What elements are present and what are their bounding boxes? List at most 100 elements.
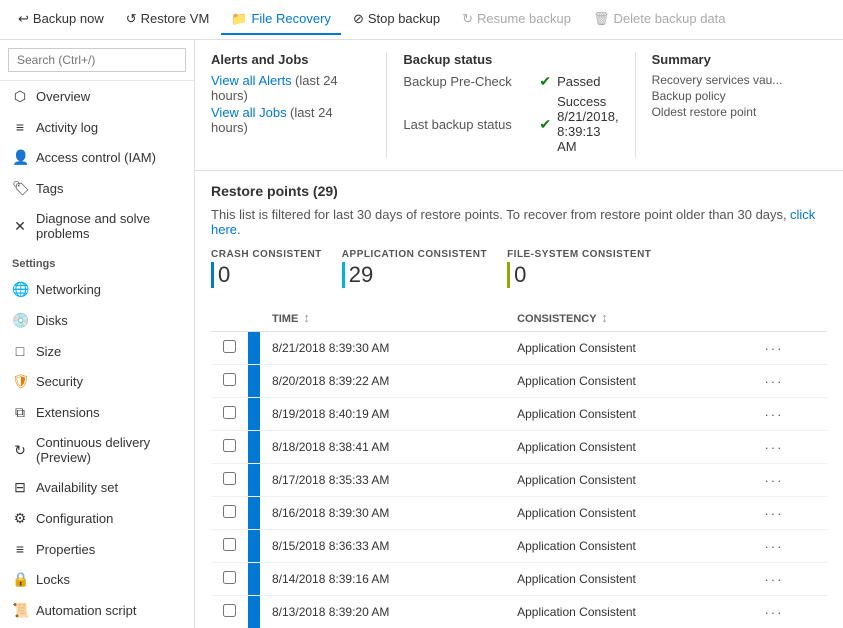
size-icon: □ xyxy=(12,343,28,359)
backup-status-row: Last backup status✔Success 8/21/2018, 8:… xyxy=(403,94,618,154)
table-row[interactable]: 8/19/2018 8:40:19 AMApplication Consiste… xyxy=(211,398,827,431)
table-row[interactable]: 8/15/2018 8:36:33 AMApplication Consiste… xyxy=(211,530,827,563)
table-row[interactable]: 8/18/2018 8:38:41 AMApplication Consiste… xyxy=(211,431,827,464)
table-row[interactable]: 8/17/2018 8:35:33 AMApplication Consiste… xyxy=(211,464,827,497)
consistency-bar-crash-consistent: CRASH CONSISTENT0 xyxy=(211,249,322,288)
sidebar-label-extensions: Extensions xyxy=(36,405,100,420)
sidebar-item-extensions[interactable]: ⧉Extensions xyxy=(0,397,194,428)
sidebar-item-configuration[interactable]: ⚙Configuration xyxy=(0,503,194,534)
sidebar-label-networking: Networking xyxy=(36,282,101,297)
row-menu-button[interactable]: ··· xyxy=(764,440,783,455)
sidebar-label-tags: Tags xyxy=(36,181,63,196)
locks-icon: 🔒 xyxy=(12,571,28,588)
row-checkbox[interactable] xyxy=(223,340,236,353)
alerts-jobs-title: Alerts and Jobs xyxy=(211,52,370,67)
row-color-indicator xyxy=(248,497,260,529)
row-consistency: Application Consistent xyxy=(505,398,752,431)
sidebar-item-networking[interactable]: 🌐Networking xyxy=(0,274,194,305)
table-row[interactable]: 8/20/2018 8:39:22 AMApplication Consiste… xyxy=(211,365,827,398)
main-area: ⬡Overview≡Activity log👤Access control (I… xyxy=(0,40,843,628)
sidebar-item-disks[interactable]: 💿Disks xyxy=(0,305,194,336)
row-checkbox[interactable] xyxy=(223,604,236,617)
sidebar-item-automation-script[interactable]: 📜Automation script xyxy=(0,595,194,626)
row-menu-button[interactable]: ··· xyxy=(764,407,783,422)
content-panel: Alerts and Jobs View all Alerts (last 24… xyxy=(195,40,843,628)
row-consistency: Application Consistent xyxy=(505,530,752,563)
table-row[interactable]: 8/14/2018 8:39:16 AMApplication Consiste… xyxy=(211,563,827,596)
sidebar-item-properties[interactable]: ≡Properties xyxy=(0,534,194,564)
row-checkbox[interactable] xyxy=(223,538,236,551)
sidebar-section-settings-label: Settings xyxy=(0,248,194,274)
search-input[interactable] xyxy=(8,48,186,72)
row-menu-button[interactable]: ··· xyxy=(764,374,783,389)
row-menu-button[interactable]: ··· xyxy=(764,341,783,356)
summary-cards: Alerts and Jobs View all Alerts (last 24… xyxy=(195,40,843,171)
sidebar-item-continuous-delivery[interactable]: ↻ Continuous delivery (Preview) xyxy=(0,428,194,472)
sidebar-label-size: Size xyxy=(36,344,61,359)
row-consistency: Application Consistent xyxy=(505,563,752,596)
sidebar-item-size[interactable]: □ Size xyxy=(0,336,194,366)
activity-log-icon: ≡ xyxy=(12,119,28,135)
continuous-delivery-icon: ↻ xyxy=(12,442,28,459)
row-menu-button[interactable]: ··· xyxy=(764,605,783,620)
status-ok-icon: ✔ xyxy=(539,116,551,133)
view-all-jobs-link[interactable]: View all Jobs (last 24 hours) xyxy=(211,105,370,135)
table-header: TIME ↕ CONSISTENCY ↕ xyxy=(211,304,827,332)
sidebar: ⬡Overview≡Activity log👤Access control (I… xyxy=(0,40,195,628)
view-jobs-text: View all Jobs xyxy=(211,105,287,120)
row-consistency: Application Consistent xyxy=(505,464,752,497)
sidebar-label-overview: Overview xyxy=(36,89,90,104)
summary-info-item: Backup policy xyxy=(652,89,811,103)
sidebar-label-continuous-delivery: Continuous delivery (Preview) xyxy=(36,435,182,465)
sidebar-item-tags[interactable]: 🏷Tags xyxy=(0,173,194,204)
sidebar-label-security: Security xyxy=(36,374,83,389)
stop-backup-button[interactable]: ⊘Stop backup xyxy=(343,5,450,35)
table-row[interactable]: 8/21/2018 8:39:30 AMApplication Consiste… xyxy=(211,332,827,365)
row-checkbox[interactable] xyxy=(223,406,236,419)
consistency-bar-application-consistent: APPLICATION CONSISTENT 29 xyxy=(342,249,487,288)
backup-status-title: Backup status xyxy=(403,52,618,67)
sidebar-item-locks[interactable]: 🔒Locks xyxy=(0,564,194,595)
row-checkbox[interactable] xyxy=(223,373,236,386)
sidebar-label-access-control: Access control (IAM) xyxy=(36,150,156,165)
summary-title: Summary xyxy=(652,52,811,67)
row-checkbox[interactable] xyxy=(223,571,236,584)
consistency-bar-value: 29 xyxy=(342,262,487,288)
consistency-bars: CRASH CONSISTENT0 APPLICATION CONSISTENT 2… xyxy=(211,249,827,288)
file-recovery-button[interactable]: 📁File Recovery xyxy=(221,5,341,35)
backup-now-button[interactable]: ↩Backup now xyxy=(8,5,114,35)
row-time: 8/16/2018 8:39:30 AM xyxy=(260,497,505,530)
sidebar-item-access-control[interactable]: 👤Access control (IAM) xyxy=(0,142,194,173)
sidebar-item-security[interactable]: 🛡Security xyxy=(0,366,194,397)
sidebar-item-activity-log[interactable]: ≡Activity log xyxy=(0,112,194,142)
sidebar-item-diagnose[interactable]: ✕Diagnose and solve problems xyxy=(0,204,194,248)
table-row[interactable]: 8/16/2018 8:39:30 AMApplication Consiste… xyxy=(211,497,827,530)
alerts-jobs-card: Alerts and Jobs View all Alerts (last 24… xyxy=(211,52,386,158)
resume-backup-label: Resume backup xyxy=(477,11,571,26)
sidebar-item-availability-set[interactable]: ⊟Availability set xyxy=(0,472,194,503)
status-label: Backup Pre-Check xyxy=(403,74,533,89)
col-consistency[interactable]: CONSISTENCY ↕ xyxy=(505,304,752,332)
table-row[interactable]: 8/13/2018 8:39:20 AMApplication Consiste… xyxy=(211,596,827,628)
row-time: 8/13/2018 8:39:20 AM xyxy=(260,596,505,628)
row-menu-button[interactable]: ··· xyxy=(764,506,783,521)
consistency-bar-label: APPLICATION CONSISTENT xyxy=(342,249,487,260)
sidebar-item-overview[interactable]: ⬡Overview xyxy=(0,81,194,112)
col-time[interactable]: TIME ↕ xyxy=(260,304,505,332)
row-menu-button[interactable]: ··· xyxy=(764,473,783,488)
col-actions xyxy=(752,304,827,332)
row-time: 8/14/2018 8:39:16 AM xyxy=(260,563,505,596)
row-checkbox[interactable] xyxy=(223,472,236,485)
view-alerts-text: View all Alerts xyxy=(211,73,292,88)
restore-table-body: 8/21/2018 8:39:30 AMApplication Consiste… xyxy=(211,332,827,628)
restore-vm-icon: ↺ xyxy=(126,11,137,27)
row-menu-button[interactable]: ··· xyxy=(764,572,783,587)
restore-vm-button[interactable]: ↺Restore VM xyxy=(116,5,220,35)
view-all-alerts-link[interactable]: View all Alerts (last 24 hours) xyxy=(211,73,370,103)
row-checkbox[interactable] xyxy=(223,439,236,452)
row-menu-button[interactable]: ··· xyxy=(764,539,783,554)
row-color-indicator xyxy=(248,431,260,463)
row-checkbox[interactable] xyxy=(223,505,236,518)
row-time: 8/19/2018 8:40:19 AM xyxy=(260,398,505,431)
resume-backup-button: ↻Resume backup xyxy=(452,5,581,35)
